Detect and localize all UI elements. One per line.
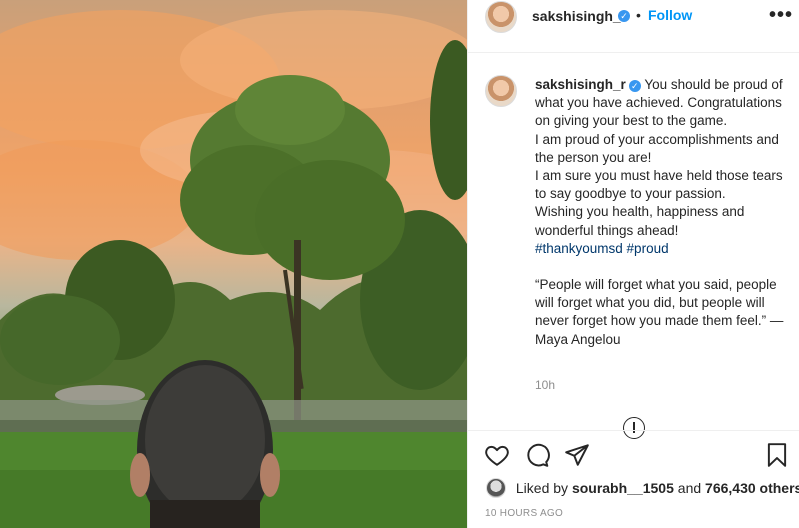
- caption-hashtags[interactable]: #thankyoumsd #proud: [535, 240, 785, 258]
- header-divider: [468, 52, 799, 53]
- caption-line: Wishing you health, happiness and wonder…: [535, 204, 745, 238]
- post-caption: sakshisingh_r ✓ You should be proud of wh…: [535, 76, 785, 349]
- likes-summary: Liked by sourabh__1505 and 766,430 other…: [486, 478, 799, 498]
- likes-joiner: and: [677, 480, 702, 496]
- post-photo[interactable]: [0, 0, 467, 528]
- caption-line: I am proud of your accomplishments and t…: [535, 131, 779, 165]
- caption-avatar[interactable]: [485, 75, 517, 107]
- liker-username[interactable]: sourabh__1505: [572, 480, 674, 496]
- bookmark-icon[interactable]: [764, 442, 790, 468]
- likes-count[interactable]: 766,430 others: [705, 480, 799, 496]
- caption-verified-icon: ✓: [628, 80, 641, 92]
- caption-quote: “People will forget what you said, peopl…: [535, 277, 784, 347]
- comment-icon[interactable]: [524, 442, 550, 468]
- liker-avatar[interactable]: [486, 478, 506, 498]
- verified-badge-icon: ✓: [618, 10, 630, 22]
- post-actions-bar: [468, 430, 799, 480]
- caption-username[interactable]: sakshisingh_r: [535, 77, 626, 92]
- post-time-ago[interactable]: 10 HOURS AGO: [485, 508, 563, 519]
- header-separator: •: [636, 7, 641, 23]
- author-avatar[interactable]: [485, 1, 517, 33]
- heart-icon[interactable]: [484, 442, 510, 468]
- post-side-panel: sakshisingh_r ✓ • Follow ••• sakshisingh…: [467, 0, 799, 528]
- more-options-icon[interactable]: •••: [769, 4, 793, 27]
- caption-timestamp[interactable]: 10h: [535, 378, 555, 392]
- post-header: sakshisingh_r ✓ • Follow •••: [468, 0, 799, 33]
- caption-line: I am sure you must have held those tears…: [535, 168, 783, 202]
- author-username[interactable]: sakshisingh_r: [532, 8, 626, 24]
- send-icon[interactable]: [564, 442, 590, 468]
- photo-artwork: [0, 10, 467, 528]
- follow-button[interactable]: Follow: [648, 7, 692, 23]
- likes-prefix: Liked by: [515, 480, 569, 496]
